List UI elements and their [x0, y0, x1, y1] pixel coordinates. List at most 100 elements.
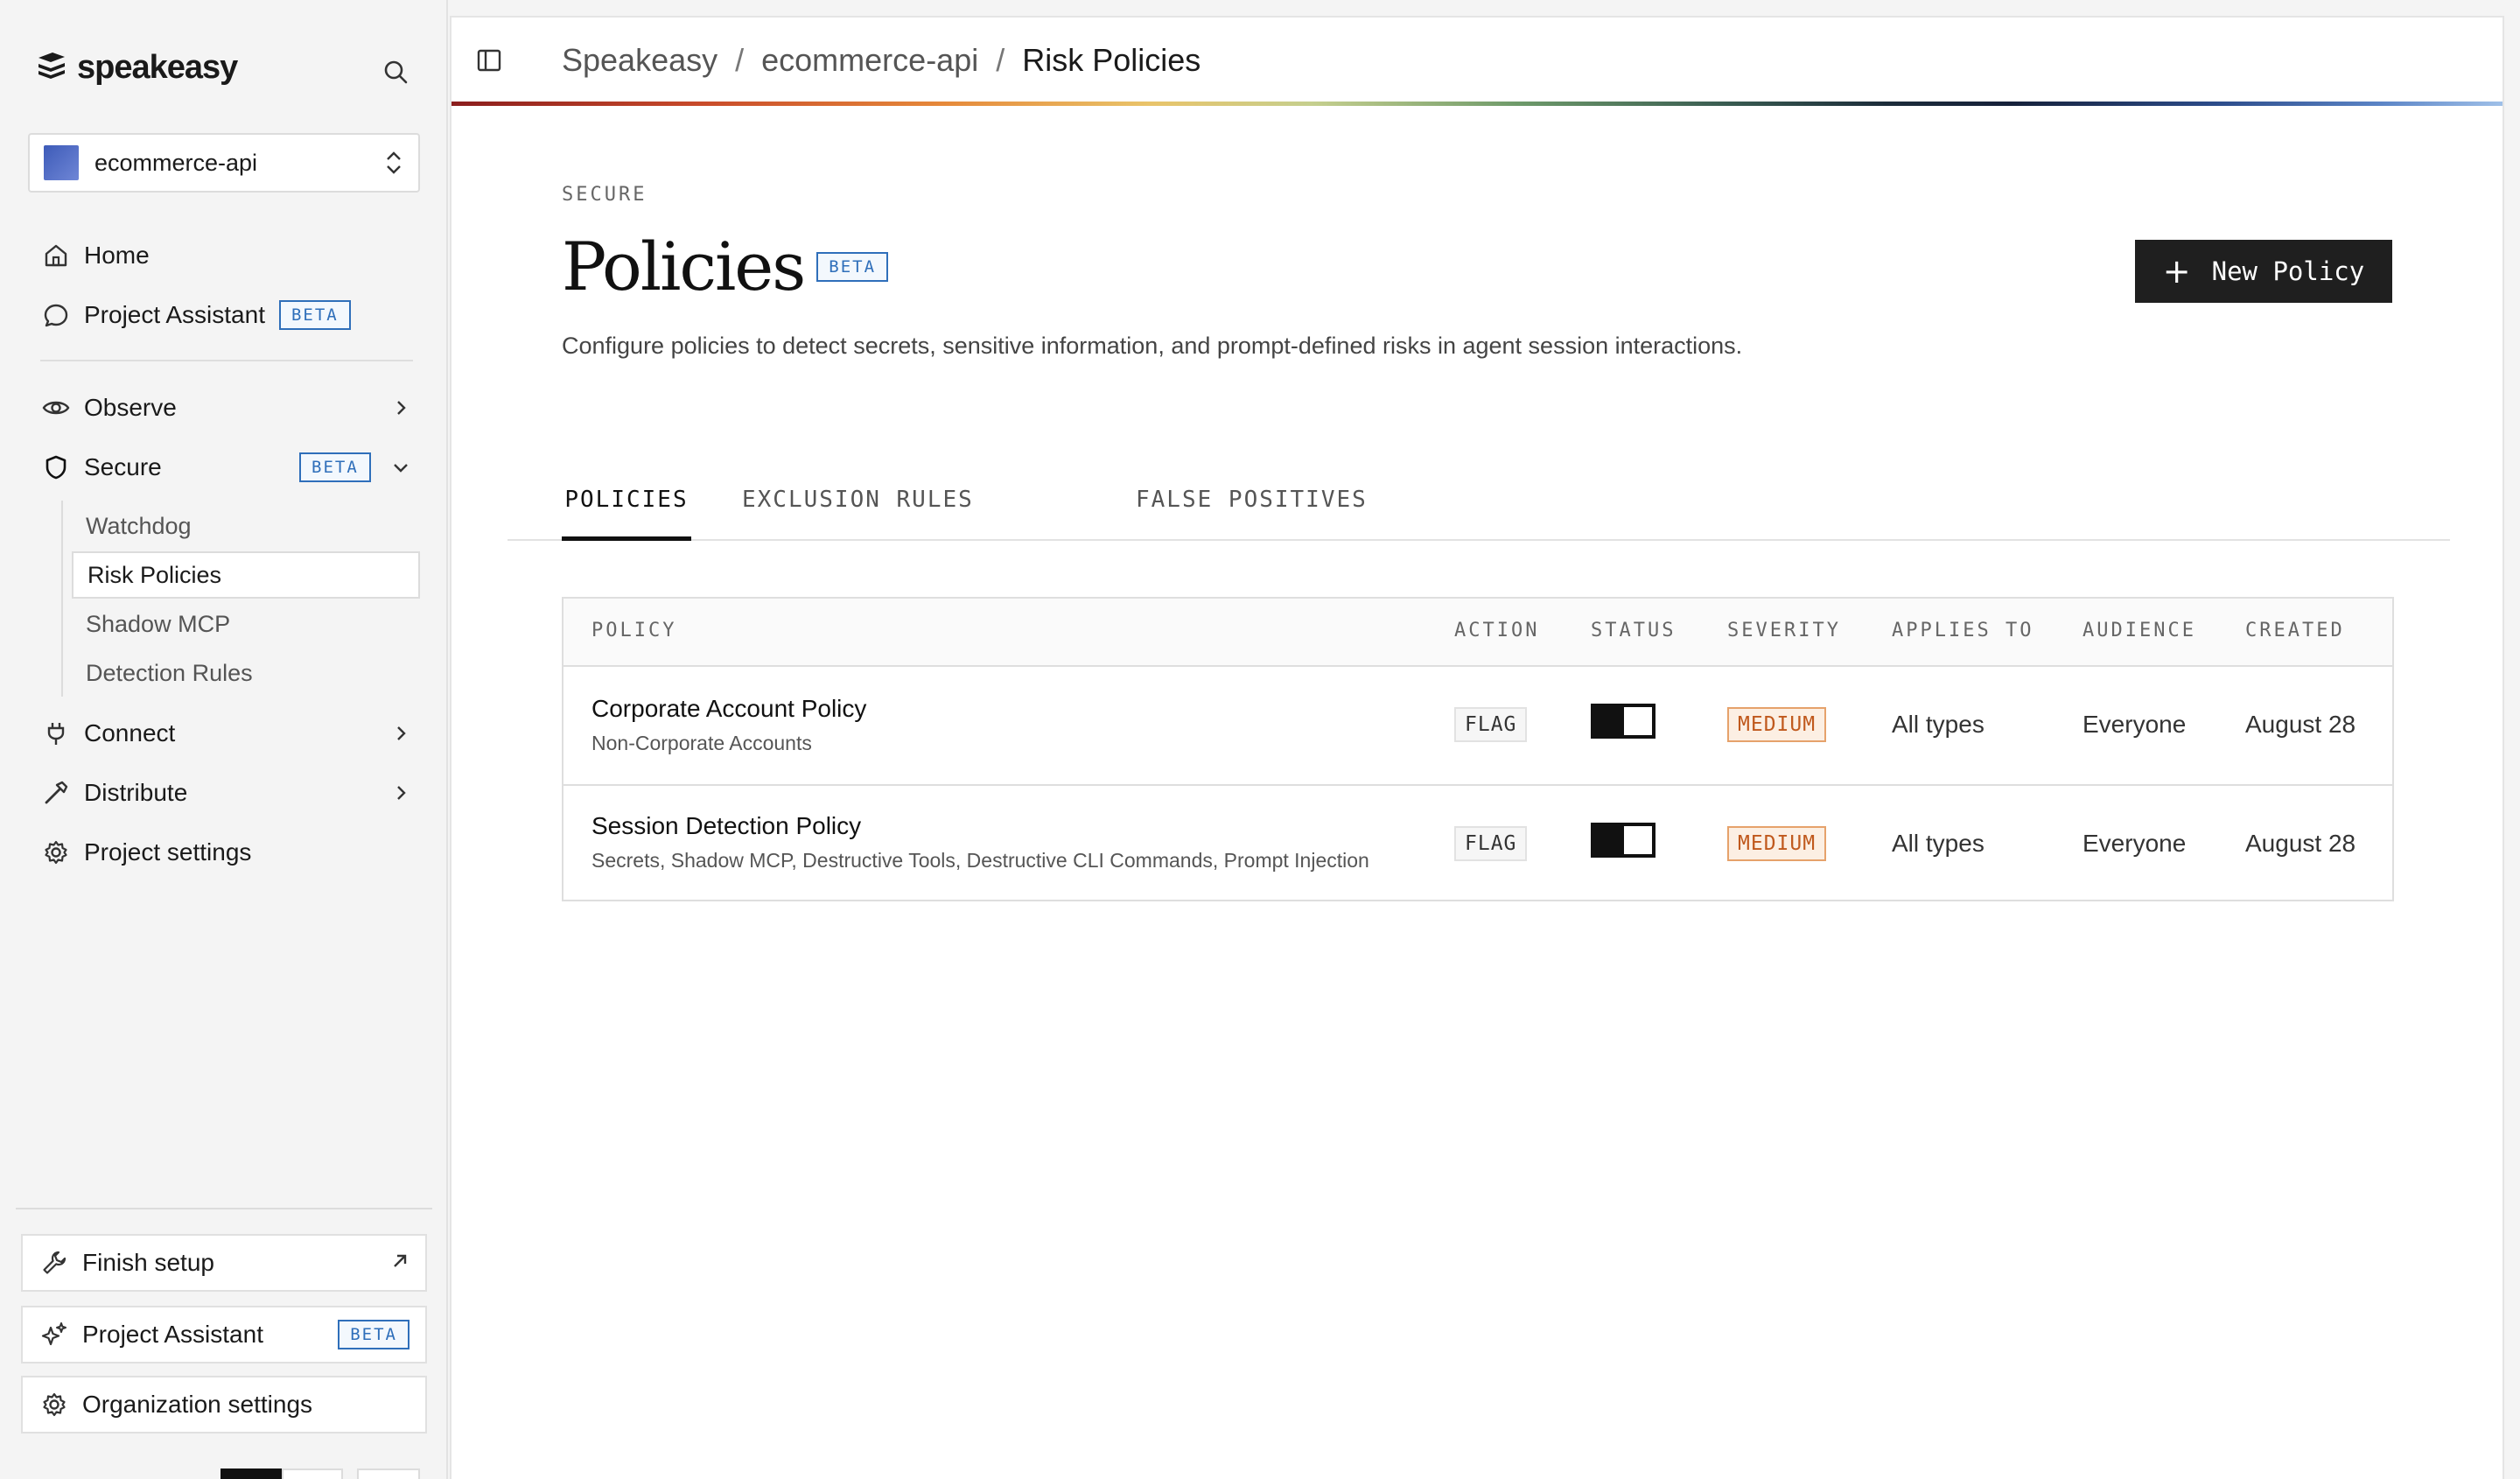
new-policy-label: New Policy: [2211, 256, 2365, 286]
sidebar-subitem-watchdog[interactable]: Watchdog: [72, 502, 420, 550]
plus-icon: +: [2162, 252, 2191, 291]
plug-icon: [40, 718, 72, 749]
chevron-up-down-icon: [387, 151, 401, 174]
sidebar-subitem-shadow-mcp[interactable]: Shadow MCP: [72, 600, 420, 648]
finish-setup-button[interactable]: Finish setup: [21, 1234, 427, 1292]
policy-cell: Session Detection Policy Secrets, Shadow…: [592, 812, 1369, 873]
sparkles-icon: [38, 1319, 70, 1350]
policies-table: POLICY ACTION STATUS SEVERITY APPLIES TO…: [562, 597, 2394, 901]
severity-badge: MEDIUM: [1727, 707, 1827, 742]
policy-detail: Non-Corporate Accounts: [592, 732, 812, 754]
toggle-knob: [1624, 826, 1652, 854]
sidebar: speakeasy ecommerce-api Home Project Ass…: [0, 0, 448, 1479]
beta-badge: BETA: [816, 252, 889, 282]
table-header: POLICY ACTION STATUS SEVERITY APPLIES TO…: [564, 599, 2392, 667]
organization-settings-button[interactable]: Organization settings: [21, 1376, 427, 1433]
breadcrumb-org[interactable]: Speakeasy: [562, 42, 718, 79]
chevron-right-icon: [385, 392, 416, 424]
column-header-action: ACTION: [1454, 620, 1540, 641]
tab-policies[interactable]: POLICIES: [562, 487, 691, 541]
sidebar-item-home[interactable]: Home: [40, 233, 416, 278]
project-assistant-button[interactable]: Project Assistant BETA: [21, 1306, 427, 1363]
beta-badge: BETA: [278, 300, 351, 330]
wrench-icon: [38, 1247, 70, 1279]
arrow-up-right-icon: [390, 1249, 410, 1277]
sidebar-item-project-assistant[interactable]: Project Assistant BETA: [40, 292, 416, 338]
header-gradient-bar: [452, 102, 2502, 106]
project-assistant-label: Project Assistant: [82, 1321, 263, 1348]
column-header-severity: SEVERITY: [1727, 620, 1841, 641]
chevron-down-icon: [385, 452, 416, 483]
status-toggle[interactable]: [1591, 823, 1656, 858]
column-header-audience: AUDIENCE: [2082, 620, 2196, 641]
table-row[interactable]: Session Detection Policy Secrets, Shadow…: [564, 784, 2392, 901]
sidebar-item-label: Project settings: [84, 838, 252, 866]
status-toggle[interactable]: [1591, 704, 1656, 739]
project-avatar: [44, 145, 79, 180]
sidebar-item-label: Observe: [84, 394, 177, 421]
search-button[interactable]: [378, 54, 413, 89]
sidebar-subitem-detection-rules[interactable]: Detection Rules: [72, 649, 420, 697]
project-selector[interactable]: ecommerce-api: [28, 133, 420, 193]
logo[interactable]: speakeasy: [35, 49, 238, 87]
theme-toggle-system[interactable]: [357, 1468, 420, 1479]
theme-toggle-light[interactable]: [282, 1468, 343, 1479]
beta-badge: BETA: [299, 452, 371, 482]
page-eyebrow: SECURE: [562, 184, 648, 206]
column-header-applies-to: APPLIES TO: [1892, 620, 2034, 641]
created-value: August 28: [2245, 830, 2356, 857]
search-icon: [384, 60, 408, 84]
sidebar-item-label: Home: [84, 242, 150, 269]
policy-cell: Corporate Account Policy Non-Corporate A…: [592, 695, 866, 755]
sidebar-subitem-risk-policies[interactable]: Risk Policies: [72, 551, 420, 599]
tab-false-positives[interactable]: FALSE POSITIVES: [1136, 487, 1368, 541]
main-panel: Speakeasy / ecommerce-api / Risk Policie…: [450, 16, 2504, 1479]
sidebar-divider: [40, 360, 413, 361]
column-header-status: STATUS: [1591, 620, 1676, 641]
organization-settings-label: Organization settings: [82, 1391, 313, 1418]
gear-icon: [38, 1389, 70, 1420]
hammer-icon: [40, 777, 72, 809]
audience-value: Everyone: [2082, 830, 2187, 857]
breadcrumb-project[interactable]: ecommerce-api: [761, 42, 978, 79]
page-title-text: Policies: [562, 228, 806, 305]
policy-name[interactable]: Corporate Account Policy: [592, 695, 866, 723]
sidebar-item-secure[interactable]: Secure BETA: [40, 445, 416, 490]
sidebar-bottom-divider: [16, 1208, 432, 1209]
page-title: Policies BETA: [562, 228, 889, 306]
sidebar-item-distribute[interactable]: Distribute: [40, 770, 416, 816]
action-badge: FLAG: [1454, 826, 1528, 861]
sidebar-item-label: Distribute: [84, 779, 188, 806]
table-row[interactable]: Corporate Account Policy Non-Corporate A…: [564, 667, 2392, 784]
submenu-rail: [61, 501, 63, 697]
sidebar-item-project-settings[interactable]: Project settings: [40, 830, 416, 875]
top-bar: Speakeasy / ecommerce-api / Risk Policie…: [452, 18, 2502, 103]
sidebar-item-connect[interactable]: Connect: [40, 711, 416, 756]
chat-bubble-icon: [40, 299, 72, 331]
audience-value: Everyone: [2082, 711, 2187, 738]
sidebar-item-label: Project Assistant: [84, 301, 265, 328]
panel-left-icon: [477, 49, 501, 72]
gear-icon: [40, 837, 72, 868]
created-value: August 28: [2245, 711, 2356, 738]
sidebar-item-label: Secure: [84, 453, 162, 480]
tab-exclusion-rules[interactable]: EXCLUSION RULES: [742, 487, 974, 541]
beta-badge: BETA: [338, 1320, 410, 1349]
theme-toggle-dark[interactable]: [220, 1468, 282, 1479]
sidebar-item-observe[interactable]: Observe: [40, 385, 416, 431]
chevron-right-icon: [385, 718, 416, 749]
chevron-right-icon: [385, 777, 416, 809]
column-header-created: CREATED: [2245, 620, 2345, 641]
project-name: ecommerce-api: [94, 149, 258, 176]
logo-text: speakeasy: [77, 49, 238, 86]
finish-setup-label: Finish setup: [82, 1249, 214, 1276]
tabs: POLICIES EXCLUSION RULES FALSE POSITIVES: [508, 467, 2450, 541]
sidebar-toggle-button[interactable]: [472, 44, 506, 77]
applies-to-value: All types: [1892, 711, 1984, 738]
sidebar-item-label: Connect: [84, 719, 176, 747]
applies-to-value: All types: [1892, 830, 1984, 857]
column-header-policy: POLICY: [592, 620, 677, 641]
page-description: Configure policies to detect secrets, se…: [562, 333, 1743, 359]
policy-name[interactable]: Session Detection Policy: [592, 812, 1369, 840]
new-policy-button[interactable]: + New Policy: [2135, 240, 2392, 303]
